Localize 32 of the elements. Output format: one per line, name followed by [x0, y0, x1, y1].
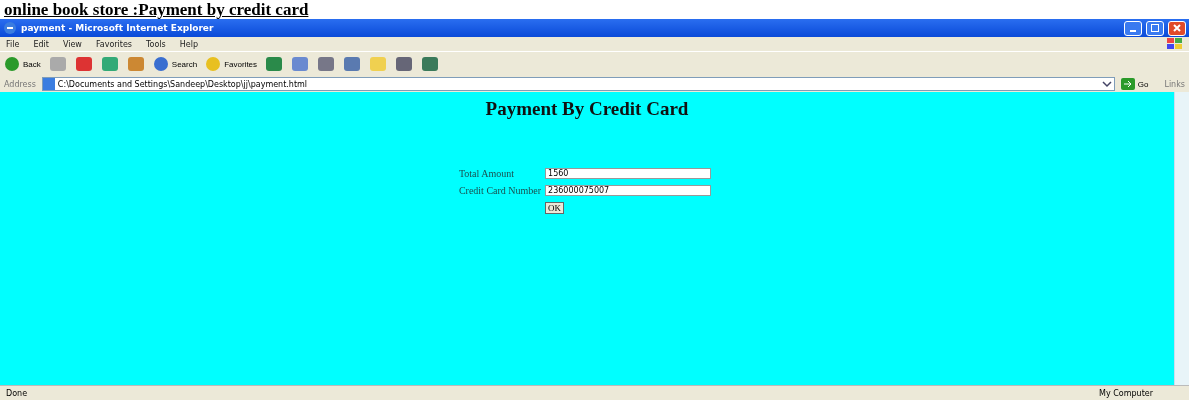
status-text: Done	[6, 388, 28, 398]
dropdown-icon[interactable]	[1099, 78, 1114, 90]
address-label: Address	[4, 79, 36, 89]
page-title: Payment By Credit Card	[485, 98, 689, 120]
favorites-button[interactable]: Favorites	[205, 56, 258, 72]
windows-logo-icon	[1167, 38, 1183, 50]
search-button[interactable]: Search	[152, 56, 198, 72]
go-arrow-icon	[1120, 78, 1135, 90]
maximize-icon	[1151, 24, 1159, 32]
address-field[interactable]: C:\Documents and Settings\Sandeep\Desktop\jj\payment.html	[41, 77, 1115, 91]
menu-item[interactable]: File	[6, 39, 20, 49]
input-field[interactable]: 236000075007	[545, 185, 712, 196]
menu-item[interactable]: Edit	[33, 39, 49, 49]
back-button[interactable]: Back	[4, 56, 41, 72]
input-field[interactable]: 1560	[545, 168, 712, 179]
menu-item[interactable]: Favorites	[95, 39, 132, 49]
links-label[interactable]: Links	[1164, 79, 1185, 89]
maximize-button[interactable]	[1146, 20, 1164, 36]
page-heading: online book store :Payment by credit card	[3, 0, 310, 19]
scrollbar[interactable]	[1174, 92, 1189, 385]
go-button[interactable]: Go	[1120, 78, 1159, 90]
close-button[interactable]	[1168, 20, 1186, 36]
window-title: payment - Microsoft Internet Explorer	[21, 23, 214, 33]
menu-item[interactable]: Tools	[146, 39, 166, 49]
close-icon	[1173, 24, 1181, 32]
menu-item[interactable]: Help	[179, 39, 198, 49]
field-label: Total Amount	[458, 168, 516, 179]
field-label: Credit Card Number	[458, 185, 542, 196]
ok-button[interactable]: OK	[545, 202, 565, 214]
zone-indicator: My Computer	[1099, 388, 1154, 398]
minimize-button[interactable]	[1124, 20, 1142, 36]
menu-item[interactable]: View	[62, 39, 82, 49]
